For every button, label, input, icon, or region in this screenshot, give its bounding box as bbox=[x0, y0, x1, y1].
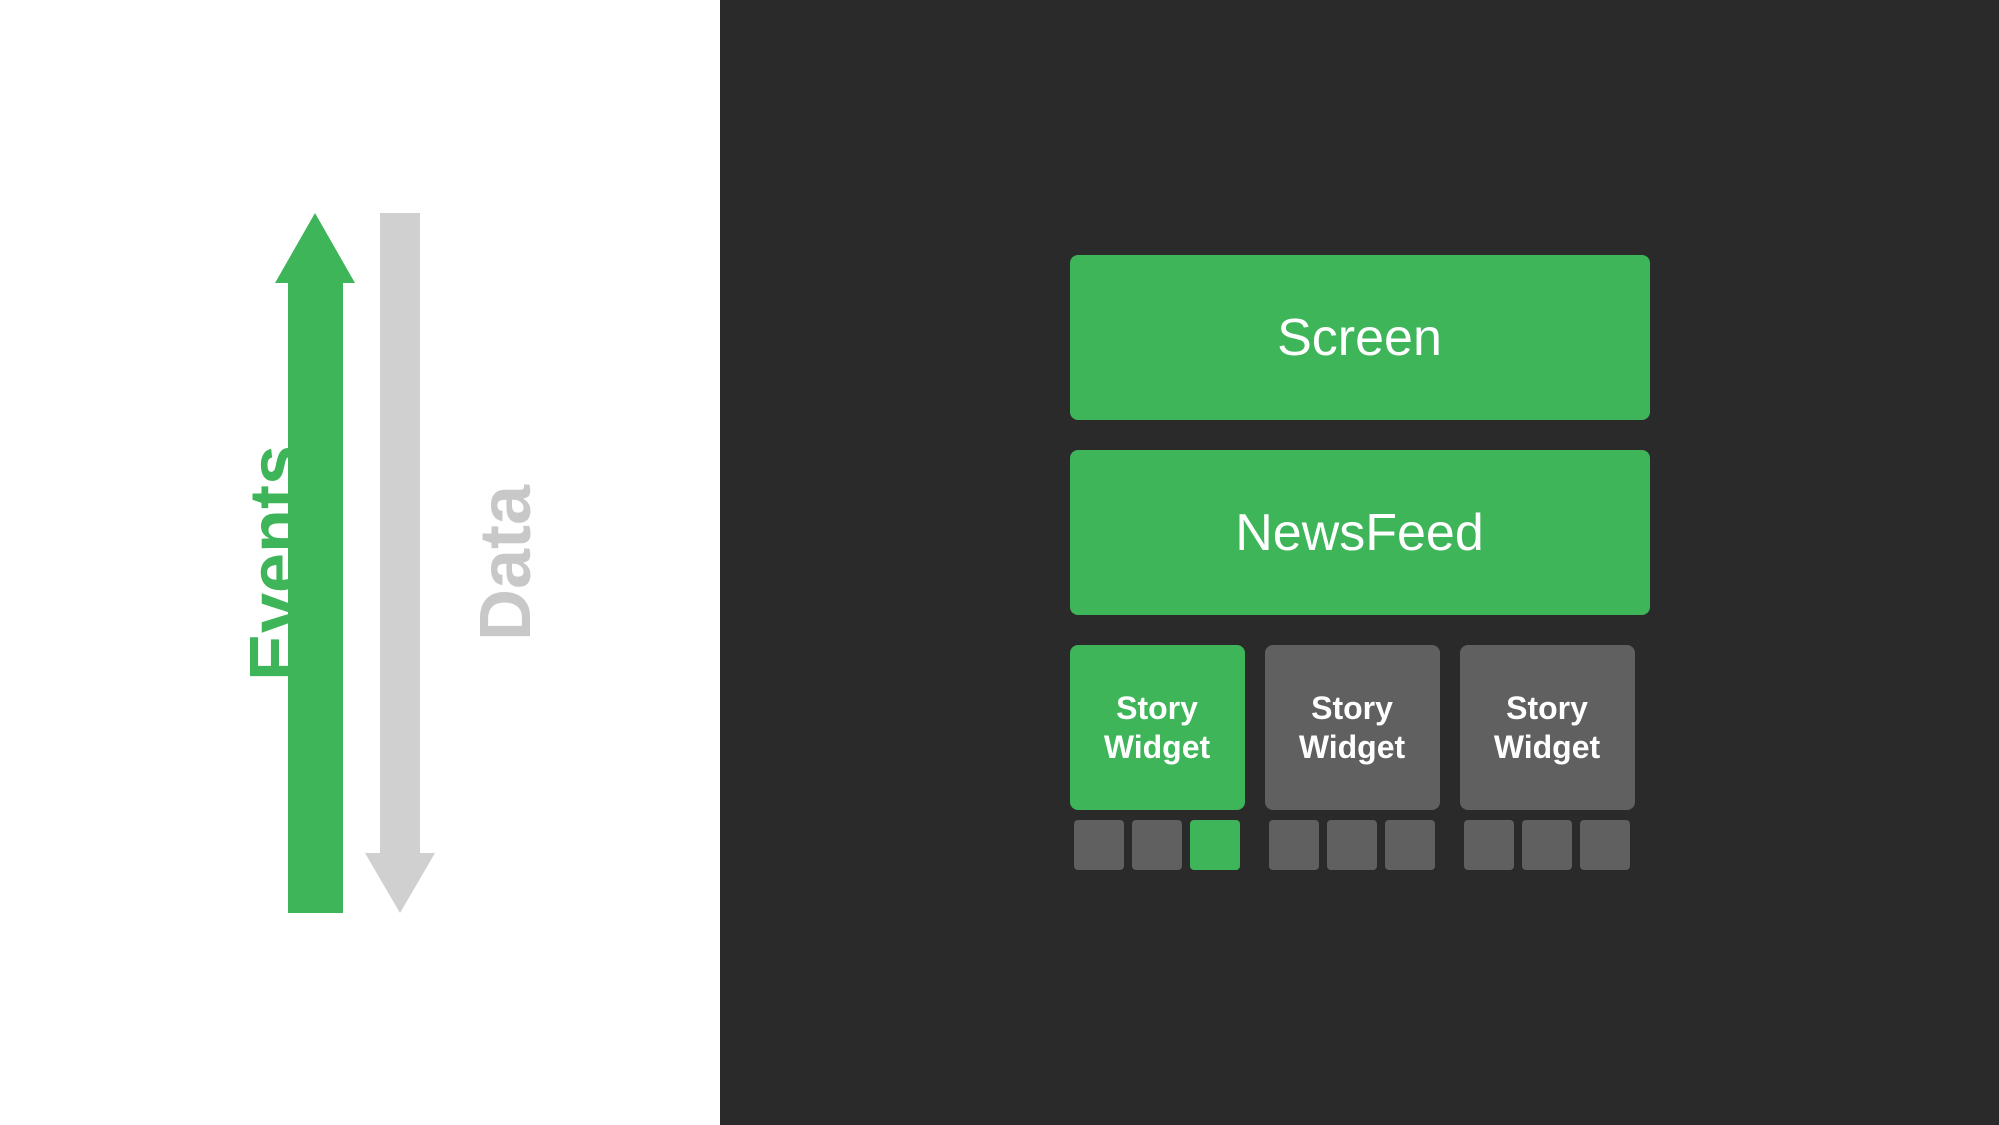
arrow-head-down-icon bbox=[365, 853, 435, 913]
small-box-1-3 bbox=[1190, 820, 1240, 870]
screen-box: Screen bbox=[1070, 255, 1650, 420]
right-panel: Screen NewsFeed StoryWidget bbox=[720, 0, 1999, 1125]
arrow-shaft-gray bbox=[380, 213, 420, 853]
story-widget-box-2: StoryWidget bbox=[1265, 645, 1440, 810]
small-boxes-1 bbox=[1074, 820, 1240, 870]
small-boxes-3 bbox=[1464, 820, 1630, 870]
story-widgets-row: StoryWidget StoryWidget bbox=[1070, 645, 1650, 870]
newsfeed-box: NewsFeed bbox=[1070, 450, 1650, 615]
small-box-1-2 bbox=[1132, 820, 1182, 870]
story-widget-box-1: StoryWidget bbox=[1070, 645, 1245, 810]
story-widget-group-1: StoryWidget bbox=[1070, 645, 1245, 870]
small-box-3-2 bbox=[1522, 820, 1572, 870]
small-box-1-1 bbox=[1074, 820, 1124, 870]
data-arrow bbox=[365, 213, 435, 913]
diagram-container: Screen NewsFeed StoryWidget bbox=[1070, 255, 1650, 870]
events-label: Events bbox=[235, 444, 317, 680]
small-box-2-3 bbox=[1385, 820, 1435, 870]
data-label: Data bbox=[465, 484, 547, 640]
screen-label: Screen bbox=[1277, 308, 1442, 368]
story-widget-box-3: StoryWidget bbox=[1460, 645, 1635, 810]
small-boxes-2 bbox=[1269, 820, 1435, 870]
story-widget-label-3: StoryWidget bbox=[1494, 689, 1600, 766]
newsfeed-label: NewsFeed bbox=[1235, 503, 1484, 563]
small-box-3-3 bbox=[1580, 820, 1630, 870]
small-box-2-1 bbox=[1269, 820, 1319, 870]
story-widget-group-2: StoryWidget bbox=[1265, 645, 1440, 870]
story-widget-label-2: StoryWidget bbox=[1299, 689, 1405, 766]
small-box-2-2 bbox=[1327, 820, 1377, 870]
left-panel: Events Data bbox=[0, 0, 720, 1125]
arrow-head-up-icon bbox=[275, 213, 355, 283]
story-widget-group-3: StoryWidget bbox=[1460, 645, 1635, 870]
story-widget-label-1: StoryWidget bbox=[1104, 689, 1210, 766]
small-box-3-1 bbox=[1464, 820, 1514, 870]
